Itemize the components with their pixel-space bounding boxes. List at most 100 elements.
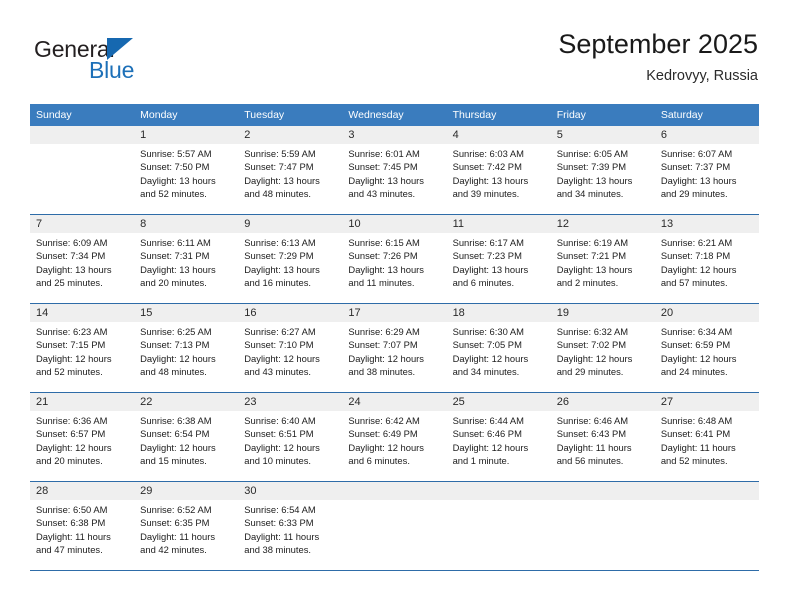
sunrise-text: Sunrise: 6:36 AM bbox=[36, 415, 108, 426]
calendar-day-cell[interactable]: 24 Sunrise: 6:42 AM Sunset: 6:49 PM Dayligh… bbox=[342, 393, 447, 481]
daylight-text-line2: and 20 minutes. bbox=[140, 277, 207, 289]
sunset-text: Sunset: 7:21 PM bbox=[556, 250, 627, 262]
calendar-day-cell[interactable]: 5 Sunrise: 6:05 AM Sunset: 7:39 PM Daylight… bbox=[550, 126, 655, 214]
sunrise-text: Sunrise: 6:09 AM bbox=[36, 237, 108, 248]
weekday-header-wednesday: Wednesday bbox=[348, 109, 404, 121]
calendar-day-cell[interactable]: 14 Sunrise: 6:23 AM Sunset: 7:15 PM Dayligh… bbox=[30, 304, 135, 392]
calendar-week-row: 28 Sunrise: 6:50 AM Sunset: 6:38 PM Dayligh… bbox=[30, 482, 759, 571]
day-number: 18 bbox=[446, 304, 551, 322]
daylight-text-line1: Daylight: 12 hours bbox=[140, 441, 216, 453]
calendar-day-cell[interactable]: 21 Sunrise: 6:36 AM Sunset: 6:57 PM Dayligh… bbox=[30, 393, 135, 481]
sunrise-text: Sunrise: 6:52 AM bbox=[140, 504, 212, 515]
calendar-day-cell[interactable]: 22 Sunrise: 6:38 AM Sunset: 6:54 PM Dayligh… bbox=[134, 393, 239, 481]
weekday-header-saturday: Saturday bbox=[660, 109, 703, 121]
daylight-text-line1: Daylight: 12 hours bbox=[452, 441, 529, 453]
calendar-day-cell[interactable]: 18 Sunrise: 6:30 AM Sunset: 7:05 PM Dayligh… bbox=[446, 304, 551, 392]
calendar-day-cell[interactable]: 4 Sunrise: 6:03 AM Sunset: 7:42 PM Daylight… bbox=[446, 126, 551, 214]
day-number: 25 bbox=[446, 393, 551, 411]
day-number: 24 bbox=[342, 393, 447, 411]
sunset-text: Sunset: 7:07 PM bbox=[348, 339, 418, 351]
calendar-day-cell[interactable]: 30 Sunrise: 6:54 AM Sunset: 6:33 PM Dayligh… bbox=[238, 482, 343, 570]
daylight-text-line1: Daylight: 13 hours bbox=[556, 174, 633, 186]
calendar-day-cell[interactable]: 19 Sunrise: 6:32 AM Sunset: 7:02 PM Dayligh… bbox=[550, 304, 655, 392]
day-number: 7 bbox=[30, 215, 135, 233]
sunset-text: Sunset: 7:18 PM bbox=[660, 250, 731, 262]
sunset-text: Sunset: 7:45 PM bbox=[348, 161, 418, 173]
calendar-day-cell[interactable]: 2 Sunrise: 5:59 AM Sunset: 7:47 PM Daylight… bbox=[238, 126, 343, 214]
daylight-text-line2: and 48 minutes. bbox=[244, 188, 311, 200]
day-details: Sunrise: 6:36 AM Sunset: 6:57 PM Daylight:… bbox=[30, 411, 134, 468]
daylight-text-line1: Daylight: 13 hours bbox=[452, 174, 529, 186]
calendar-day-cell[interactable]: 28 Sunrise: 6:50 AM Sunset: 6:38 PM Dayligh… bbox=[30, 482, 135, 570]
day-details: Sunrise: 6:50 AM Sunset: 6:38 PM Daylight:… bbox=[30, 500, 134, 557]
calendar-day-cell[interactable]: 23 Sunrise: 6:40 AM Sunset: 6:51 PM Dayligh… bbox=[238, 393, 343, 481]
calendar-day-cell[interactable]: 27 Sunrise: 6:48 AM Sunset: 6:41 PM Dayligh… bbox=[654, 393, 759, 481]
day-number: 23 bbox=[238, 393, 343, 411]
daylight-text-line2: and 34 minutes. bbox=[452, 366, 520, 378]
calendar-day-cell[interactable]: 13 Sunrise: 6:21 AM Sunset: 7:18 PM Dayligh… bbox=[654, 215, 759, 303]
day-number: 8 bbox=[134, 215, 239, 233]
daylight-text-line1: Daylight: 13 hours bbox=[244, 263, 320, 275]
day-number: 1 bbox=[134, 126, 239, 144]
daylight-text-line2: and 52 minutes. bbox=[140, 188, 207, 200]
day-number: 15 bbox=[134, 304, 239, 322]
sunset-text: Sunset: 6:51 PM bbox=[244, 428, 314, 440]
day-details bbox=[655, 500, 759, 503]
calendar-day-cell[interactable]: 17 Sunrise: 6:29 AM Sunset: 7:07 PM Dayligh… bbox=[342, 304, 447, 392]
daylight-text-line2: and 24 minutes. bbox=[660, 366, 728, 378]
calendar-day-cell[interactable]: 1 Sunrise: 5:57 AM Sunset: 7:50 PM Daylight… bbox=[134, 126, 239, 214]
calendar-day-cell[interactable]: 25 Sunrise: 6:44 AM Sunset: 6:46 PM Dayligh… bbox=[446, 393, 551, 481]
calendar-day-cell[interactable]: 20 Sunrise: 6:34 AM Sunset: 6:59 PM Dayligh… bbox=[654, 304, 759, 392]
weekday-header-thursday: Thursday bbox=[452, 109, 497, 121]
sunset-text: Sunset: 6:43 PM bbox=[556, 428, 627, 440]
sunrise-text: Sunrise: 6:11 AM bbox=[140, 237, 211, 248]
sunset-text: Sunset: 7:47 PM bbox=[244, 161, 314, 173]
daylight-text-line1: Daylight: 13 hours bbox=[452, 263, 529, 275]
daylight-text-line1: Daylight: 11 hours bbox=[140, 530, 216, 542]
calendar-day-cell[interactable]: 16 Sunrise: 6:27 AM Sunset: 7:10 PM Dayligh… bbox=[238, 304, 343, 392]
daylight-text-line1: Daylight: 12 hours bbox=[36, 352, 112, 364]
sunrise-text: Sunrise: 5:59 AM bbox=[244, 148, 316, 159]
calendar-day-cell[interactable]: 8 Sunrise: 6:11 AM Sunset: 7:31 PM Daylight… bbox=[134, 215, 239, 303]
day-number: 14 bbox=[30, 304, 135, 322]
sunset-text: Sunset: 6:33 PM bbox=[244, 517, 314, 529]
calendar-day-cell[interactable]: 29 Sunrise: 6:52 AM Sunset: 6:35 PM Dayligh… bbox=[134, 482, 239, 570]
calendar-day-cell[interactable]: 11 Sunrise: 6:17 AM Sunset: 7:23 PM Dayligh… bbox=[446, 215, 551, 303]
calendar-day-cell[interactable]: 9 Sunrise: 6:13 AM Sunset: 7:29 PM Daylight… bbox=[238, 215, 343, 303]
daylight-text-line2: and 56 minutes. bbox=[556, 455, 624, 467]
sunrise-text: Sunrise: 6:15 AM bbox=[348, 237, 420, 248]
page-header: General Blue September 2025 Kedrovyy, Ru… bbox=[0, 0, 792, 100]
day-details: Sunrise: 6:01 AM Sunset: 7:45 PM Daylight:… bbox=[342, 144, 446, 201]
weekday-header-row: Sunday Monday Tuesday Wednesday Thursday… bbox=[30, 104, 759, 126]
sunrise-text: Sunrise: 6:23 AM bbox=[36, 326, 108, 337]
day-details: Sunrise: 6:15 AM Sunset: 7:26 PM Daylight:… bbox=[342, 233, 446, 290]
daylight-text-line2: and 29 minutes. bbox=[660, 188, 728, 200]
daylight-text-line2: and 6 minutes. bbox=[348, 455, 410, 467]
day-details: Sunrise: 6:19 AM Sunset: 7:21 PM Daylight:… bbox=[551, 233, 655, 290]
daylight-text-line1: Daylight: 13 hours bbox=[660, 174, 737, 186]
page-subtitle: Kedrovyy, Russia bbox=[646, 68, 758, 84]
sunrise-text: Sunrise: 6:34 AM bbox=[660, 326, 733, 337]
calendar-day-cell[interactable]: 6 Sunrise: 6:07 AM Sunset: 7:37 PM Daylight… bbox=[654, 126, 759, 214]
daylight-text-line2: and 43 minutes. bbox=[348, 188, 416, 200]
calendar-day-cell[interactable]: 7 Sunrise: 6:09 AM Sunset: 7:34 PM Daylight… bbox=[30, 215, 135, 303]
sunrise-text: Sunrise: 6:01 AM bbox=[348, 148, 420, 159]
calendar-day-cell[interactable]: 26 Sunrise: 6:46 AM Sunset: 6:43 PM Dayligh… bbox=[550, 393, 655, 481]
calendar-day-cell[interactable]: 3 Sunrise: 6:01 AM Sunset: 7:45 PM Daylight… bbox=[342, 126, 447, 214]
day-number bbox=[342, 482, 447, 500]
day-number: 21 bbox=[30, 393, 135, 411]
sunrise-text: Sunrise: 6:42 AM bbox=[348, 415, 420, 426]
day-number bbox=[30, 126, 135, 144]
calendar-day-cell[interactable]: 10 Sunrise: 6:15 AM Sunset: 7:26 PM Dayligh… bbox=[342, 215, 447, 303]
weekday-header-friday: Friday bbox=[556, 109, 586, 121]
calendar-page: General Blue September 2025 Kedrovyy, Ru… bbox=[0, 0, 792, 612]
day-details: Sunrise: 6:09 AM Sunset: 7:34 PM Daylight:… bbox=[30, 233, 134, 290]
daylight-text-line2: and 10 minutes. bbox=[244, 455, 311, 467]
calendar-day-cell[interactable]: 15 Sunrise: 6:25 AM Sunset: 7:13 PM Dayligh… bbox=[134, 304, 239, 392]
day-number bbox=[550, 482, 655, 500]
day-details: Sunrise: 6:32 AM Sunset: 7:02 PM Daylight:… bbox=[551, 322, 655, 379]
day-number: 2 bbox=[238, 126, 343, 144]
sunset-text: Sunset: 7:05 PM bbox=[452, 339, 522, 351]
calendar-day-cell[interactable]: 12 Sunrise: 6:19 AM Sunset: 7:21 PM Dayligh… bbox=[550, 215, 655, 303]
sunrise-text: Sunrise: 6:03 AM bbox=[452, 148, 524, 159]
